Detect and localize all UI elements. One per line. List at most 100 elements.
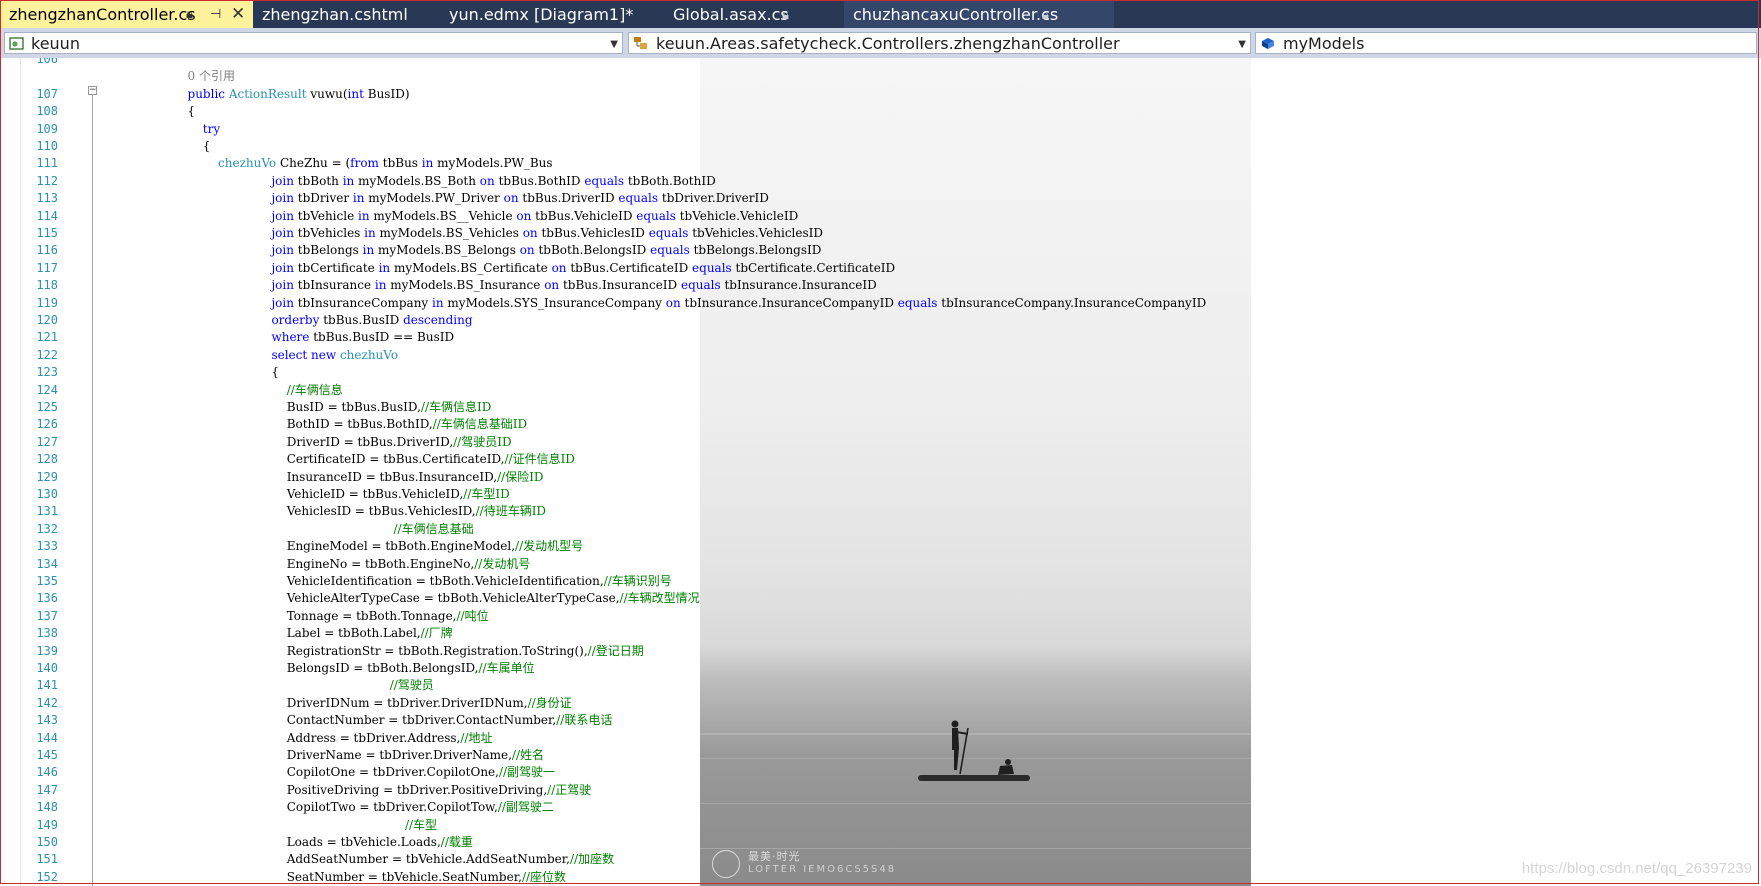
code-token: tbBus.BothID <box>494 173 585 188</box>
code-token: BusID) <box>363 86 410 101</box>
tab-chuzhancaxucontroller[interactable]: chuzhancaxuController.cs 🔒︎ <box>844 0 1114 28</box>
code-token: Label = tbBoth.Label, <box>157 626 421 641</box>
code-line[interactable]: 110 { <box>0 138 1761 155</box>
code-line[interactable]: 146 CopilotOne = tbDriver.CopilotOne,//副… <box>0 764 1761 781</box>
code-line[interactable]: 136 VehicleAlterTypeCase = tbBoth.Vehicl… <box>0 590 1761 607</box>
code-line[interactable]: 117 join tbCertificate in myModels.BS_Ce… <box>0 260 1761 277</box>
code-line[interactable]: 108 { <box>0 103 1761 120</box>
code-line[interactable]: 132 //车俩信息基础 <box>0 521 1761 538</box>
code-token: CertificateID = tbBus.CertificateID, <box>157 452 505 467</box>
code-line[interactable]: 125 BusID = tbBus.BusID,//车俩信息ID <box>0 399 1761 416</box>
code-text: Label = tbBoth.Label,//厂牌 <box>157 625 453 642</box>
code-line[interactable]: 129 InsuranceID = tbBus.InsuranceID,//保险… <box>0 469 1761 486</box>
code-token: SeatNumber = tbVehicle.SeatNumber, <box>157 869 522 884</box>
code-line[interactable]: 107 public ActionResult vuwu(int BusID) <box>0 86 1761 103</box>
code-line[interactable]: 149 //车型 <box>0 817 1761 834</box>
code-token: tbBus <box>378 156 422 171</box>
code-text: VehiclesID = tbBus.VehiclesID,//待班车辆ID <box>157 503 546 520</box>
code-line[interactable]: 140 BelongsID = tbBoth.BelongsID,//车属单位 <box>0 660 1761 677</box>
code-token: myModels.BS_Vehicles <box>375 226 523 240</box>
code-editor[interactable]: 最美·时光 LOFTER IEMO6CS5S48 − 106 0 个引用 107 … <box>0 58 1761 886</box>
code-line[interactable]: 122 select new chezhuVo <box>0 347 1761 364</box>
code-line[interactable]: 118 join tbInsurance in myModels.BS_Insu… <box>0 277 1761 294</box>
project-dropdown[interactable]: keuun ▼ <box>4 32 623 54</box>
code-line[interactable]: 145 DriverName = tbDriver.DriverName,//姓… <box>0 747 1761 764</box>
code-line[interactable]: 133 EngineModel = tbBoth.EngineModel,//发… <box>0 538 1761 555</box>
code-text: VehicleID = tbBus.VehicleID,//车型ID <box>157 486 510 503</box>
code-token: where <box>271 330 310 345</box>
code-token: on <box>479 173 495 188</box>
code-text: public ActionResult vuwu(int BusID) <box>157 86 410 103</box>
code-line[interactable]: 147 PositiveDriving = tbDriver.PositiveD… <box>0 782 1761 799</box>
code-line[interactable]: 128 CertificateID = tbBus.CertificateID,… <box>0 451 1761 468</box>
code-line[interactable]: 120 orderby tbBus.BusID descending <box>0 312 1761 329</box>
tab-zhengzhan-cshtml[interactable]: zhengzhan.cshtml <box>253 0 425 28</box>
code-token: join <box>271 191 294 206</box>
code-line[interactable]: 106 <box>0 58 1761 68</box>
code-line[interactable]: 134 EngineNo = tbBoth.EngineNo,//发动机号 <box>0 556 1761 573</box>
code-line[interactable]: 139 RegistrationStr = tbBoth.Registratio… <box>0 643 1761 660</box>
code-line[interactable]: 150 Loads = tbVehicle.Loads,//载重 <box>0 834 1761 851</box>
code-token: join <box>271 243 294 258</box>
code-line[interactable]: 142 DriverIDNum = tbDriver.DriverIDNum,/… <box>0 695 1761 712</box>
code-line[interactable]: 121 where tbBus.BusID == BusID <box>0 329 1761 346</box>
member-dropdown[interactable]: myModels <box>1255 32 1757 54</box>
code-line[interactable]: 124 //车俩信息 <box>0 382 1761 399</box>
code-token: in <box>421 156 434 171</box>
tab-label: Global.asax.cs <box>673 5 789 24</box>
code-line[interactable]: 131 VehiclesID = tbBus.VehiclesID,//待班车辆… <box>0 503 1761 520</box>
code-line[interactable]: 137 Tonnage = tbBoth.Tonnage,//吨位 <box>0 608 1761 625</box>
code-line[interactable]: 116 join tbBelongs in myModels.BS_Belong… <box>0 242 1761 259</box>
code-line[interactable]: 141 //驾驶员 <box>0 677 1761 694</box>
code-token: try <box>202 121 221 136</box>
code-text: BelongsID = tbBoth.BelongsID,//车属单位 <box>157 660 535 677</box>
line-number: 140 <box>36 661 58 675</box>
code-line[interactable]: 130 VehicleID = tbBus.VehicleID,//车型ID <box>0 486 1761 503</box>
line-number: 137 <box>36 608 58 623</box>
code-line[interactable]: 135 VehicleIdentification = tbBoth.Vehic… <box>0 573 1761 590</box>
code-line[interactable]: 0 个引用 <box>0 68 1761 85</box>
code-token: myModels.BS_Certificate <box>390 260 552 275</box>
code-line[interactable]: 115 join tbVehicles in myModels.BS_Vehic… <box>0 225 1761 242</box>
class-dropdown[interactable]: keuun.Areas.safetycheck.Controllers.zhen… <box>628 32 1251 54</box>
code-token: Address = tbDriver.Address, <box>157 730 461 745</box>
code-text: ContactNumber = tbDriver.ContactNumber,/… <box>157 712 613 729</box>
code-line[interactable]: 126 BothID = tbBus.BothID,//车俩信息基础ID <box>0 416 1761 433</box>
code-token: //正驾驶 <box>547 782 592 797</box>
line-number: 126 <box>36 417 58 432</box>
line-number: 107 <box>36 86 58 101</box>
tab-yun-edmx[interactable]: yun.edmx [Diagram1]* <box>440 0 650 28</box>
code-line[interactable]: 152 SeatNumber = tbVehicle.SeatNumber,//… <box>0 869 1761 886</box>
code-token: //车俩信息基础ID <box>432 417 528 432</box>
code-line[interactable]: 127 DriverID = tbBus.DriverID,//驾驶员ID <box>0 434 1761 451</box>
code-token: on <box>516 208 532 223</box>
code-line[interactable]: 138 Label = tbBoth.Label,//厂牌 <box>0 625 1761 642</box>
pin-icon[interactable]: ⊣ <box>210 0 221 30</box>
code-text: //车型 <box>157 817 437 834</box>
code-line[interactable]: 112 join tbBoth in myModels.BS_Both on t… <box>0 173 1761 190</box>
code-line[interactable]: 109 try <box>0 121 1761 138</box>
code-text: CopilotTwo = tbDriver.CopilotTow,//副驾驶二 <box>157 799 554 816</box>
code-token: join <box>271 208 294 223</box>
code-token: Tonnage = tbBoth.Tonnage, <box>157 608 457 623</box>
close-icon[interactable]: ✕ <box>231 0 245 29</box>
code-token: VehiclesID = tbBus.VehiclesID, <box>157 504 476 519</box>
code-line[interactable]: 113 join tbDriver in myModels.PW_Driver … <box>0 190 1761 207</box>
code-line[interactable]: 111 chezhuVo CheZhu = (from tbBus in myM… <box>0 155 1761 172</box>
lock-icon: 🔒︎ <box>186 7 193 22</box>
code-token: DriverName = tbDriver.DriverName, <box>157 748 512 762</box>
code-line[interactable]: 114 join tbVehicle in myModels.BS__Vehic… <box>0 208 1761 225</box>
code-line[interactable]: 143 ContactNumber = tbDriver.ContactNumb… <box>0 712 1761 729</box>
tab-global-asax[interactable]: Global.asax.cs 🔒︎ <box>664 0 834 28</box>
code-text: join tbVehicle in myModels.BS__Vehicle o… <box>157 208 798 225</box>
code-line[interactable]: 148 CopilotTwo = tbDriver.CopilotTow,//副… <box>0 799 1761 816</box>
code-line[interactable]: 123 { <box>0 364 1761 381</box>
code-line[interactable]: 144 Address = tbDriver.Address,//地址 <box>0 730 1761 747</box>
code-line[interactable]: 151 AddSeatNumber = tbVehicle.AddSeatNum… <box>0 851 1761 868</box>
code-token: tbCertificate <box>293 260 379 275</box>
code-line[interactable]: 119 join tbInsuranceCompany in myModels.… <box>0 295 1761 312</box>
tab-zhengzhancontroller[interactable]: zhengzhanController.cs 🔒︎ ⊣ ✕ <box>0 0 253 28</box>
